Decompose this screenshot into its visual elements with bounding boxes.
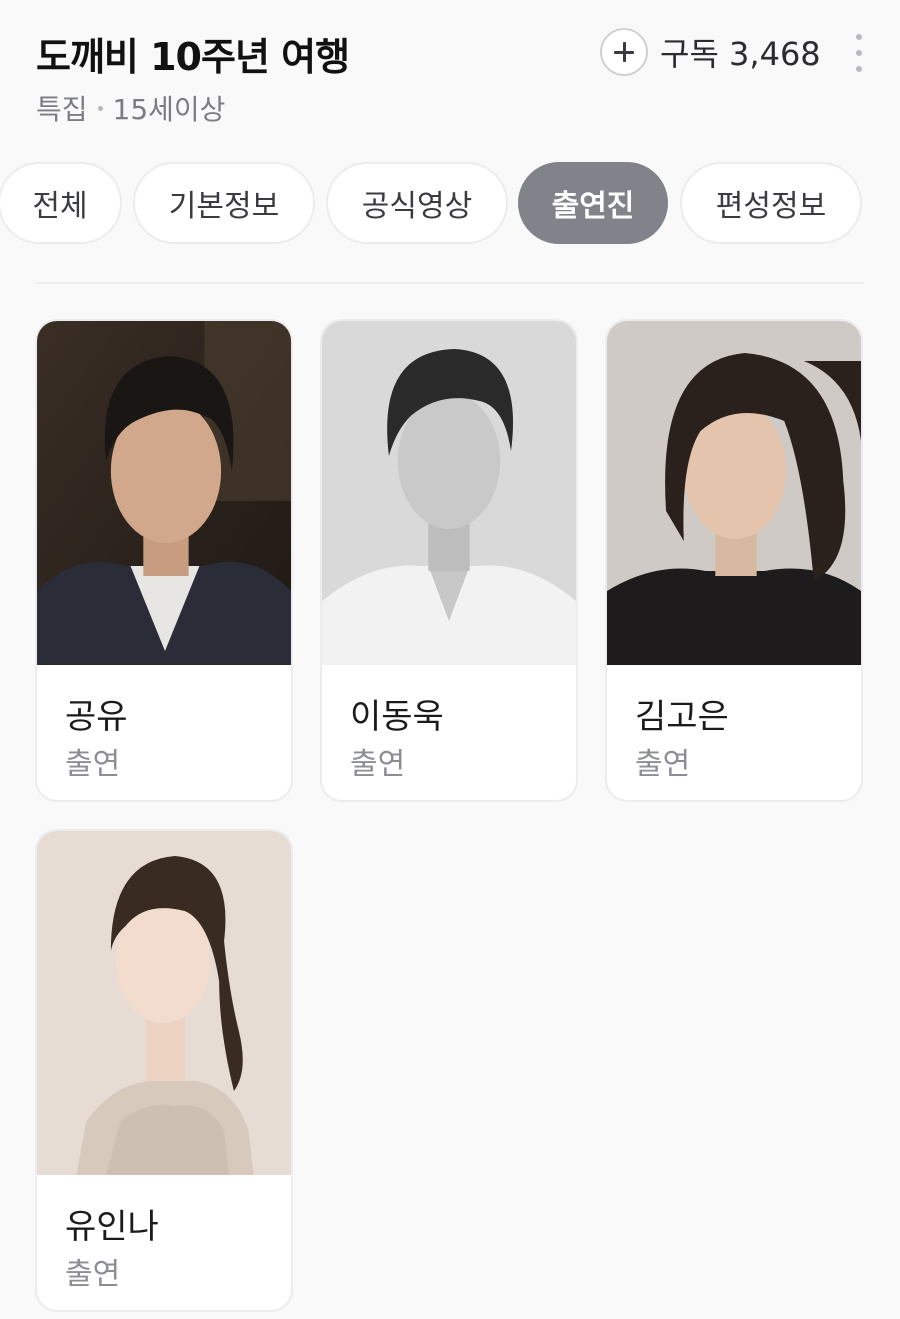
cast-page: 도깨비 10주년 여행 특집 15세이상 구독 3,468 전체 기본정보 공식…: [0, 0, 900, 1319]
divider: [36, 282, 864, 284]
cast-name: 공유: [65, 697, 128, 737]
tab-basic-info[interactable]: 기본정보: [133, 162, 315, 244]
more-options-icon[interactable]: [852, 34, 866, 72]
cast-card[interactable]: 유인나 출연: [35, 829, 293, 1312]
separator-dot: [97, 105, 103, 111]
tab-bar: 전체 기본정보 공식영상 출연진 편성정보: [0, 162, 900, 246]
tab-official-video[interactable]: 공식영상: [326, 162, 508, 244]
cast-card[interactable]: 김고은 출연: [605, 319, 863, 802]
cast-role: 출연: [350, 747, 406, 782]
cast-role: 출연: [635, 747, 691, 782]
cast-card[interactable]: 이동욱 출연: [320, 319, 578, 802]
subscribe-count: 구독 3,468: [660, 35, 821, 73]
cast-photo: [37, 831, 291, 1175]
cast-role: 출연: [65, 747, 121, 782]
program-meta: 특집 15세이상: [36, 88, 225, 128]
cast-photo: [322, 321, 576, 665]
cast-role: 출연: [65, 1257, 121, 1292]
page-title: 도깨비 10주년 여행: [36, 35, 350, 79]
cast-name: 유인나: [65, 1207, 159, 1247]
subscribe-button[interactable]: 구독 3,468: [600, 28, 821, 76]
plus-icon: [600, 28, 648, 76]
category-label: 특집: [36, 93, 88, 126]
tab-cast[interactable]: 출연진: [518, 162, 668, 244]
cast-name: 이동욱: [350, 697, 444, 737]
cast-card[interactable]: 공유 출연: [35, 319, 293, 802]
tab-schedule[interactable]: 편성정보: [680, 162, 862, 244]
cast-photo: [37, 321, 291, 665]
cast-photo: [607, 321, 861, 665]
age-rating-label: 15세이상: [112, 93, 226, 126]
cast-name: 김고은: [635, 697, 729, 737]
tab-all[interactable]: 전체: [0, 162, 122, 244]
